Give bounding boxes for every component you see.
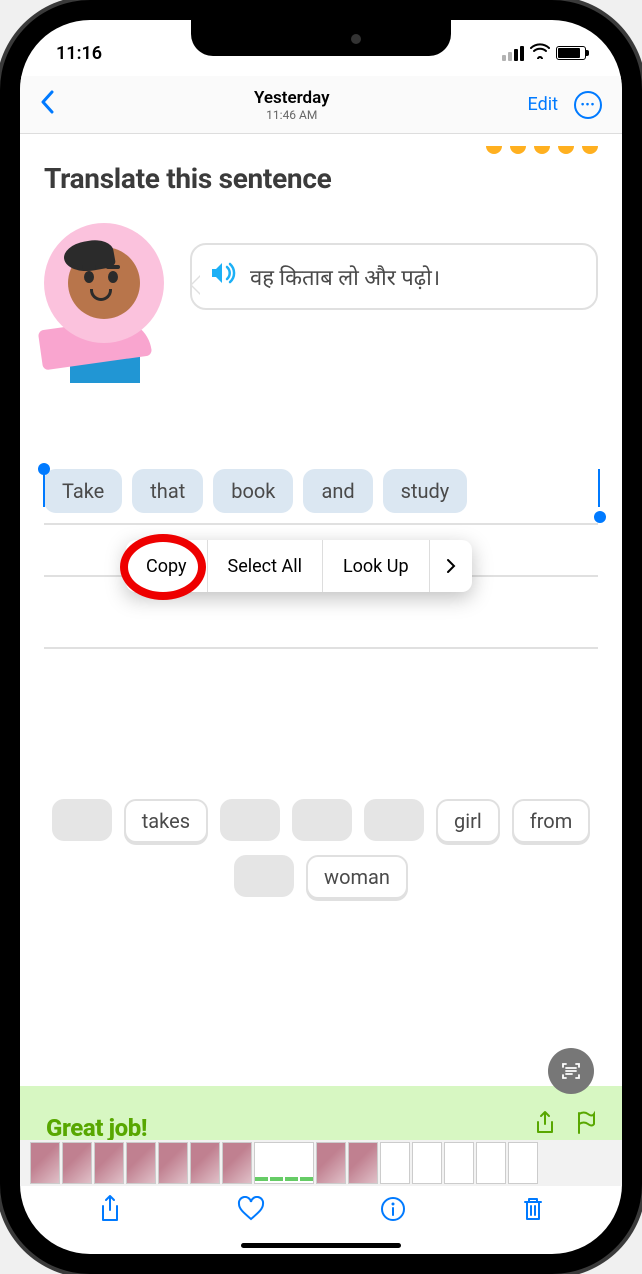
battery-icon [556,46,586,60]
menu-look-up[interactable]: Look Up [323,540,430,592]
live-text-button[interactable] [548,1048,594,1094]
menu-more[interactable] [430,540,472,592]
selection-handle-end[interactable] [594,511,606,523]
thumbnail[interactable] [222,1142,252,1184]
thumbnail[interactable] [126,1142,156,1184]
favorite-button[interactable] [237,1196,265,1229]
feedback-text: Great job! [46,1114,147,1142]
photo-content[interactable]: Translate this sentence वह किताब लो और प… [20,134,622,1254]
answer-chip[interactable]: study [383,469,468,513]
answer-row[interactable]: Take that book and study [44,465,598,517]
thumbnail[interactable] [508,1142,538,1184]
thumbnail[interactable] [476,1142,506,1184]
thumbnail[interactable] [348,1142,378,1184]
answer-chip[interactable]: Take [44,469,122,513]
cellular-icon [502,46,524,61]
answer-chip[interactable]: and [303,469,372,513]
menu-select-all[interactable]: Select All [208,540,323,592]
thumbnail[interactable] [444,1142,474,1184]
screen: 11:16 Yesterday 11:46 AM Edit ••• [20,20,622,1254]
nav-bar: Yesterday 11:46 AM Edit ••• [20,76,622,134]
used-slot [52,799,112,841]
home-indicator[interactable] [241,1243,401,1248]
lesson-prompt: Translate this sentence [44,162,598,195]
phone-frame: 11:16 Yesterday 11:46 AM Edit ••• [0,0,642,1274]
flag-icon[interactable] [574,1110,596,1142]
used-slot [364,799,424,841]
wifi-icon [530,43,550,64]
thumbnail[interactable] [94,1142,124,1184]
speaker-icon[interactable] [210,261,238,292]
hearts-row [44,146,598,156]
thumbnail[interactable] [30,1142,60,1184]
thumbnail[interactable] [380,1142,410,1184]
thumbnail-strip[interactable] [20,1140,622,1186]
share-button[interactable] [98,1194,122,1231]
delete-button[interactable] [521,1195,545,1230]
used-slot [220,799,280,841]
thumbnail[interactable] [158,1142,188,1184]
menu-copy[interactable]: Copy [126,540,208,592]
used-slot [292,799,352,841]
nav-title-sub: 11:46 AM [254,108,330,122]
bank-chip[interactable]: takes [124,799,208,843]
thumbnail[interactable] [190,1142,220,1184]
used-slot [234,855,294,897]
answer-chip[interactable]: that [132,469,203,513]
nav-title: Yesterday 11:46 AM [254,88,330,122]
thumbnail[interactable] [62,1142,92,1184]
nav-title-main: Yesterday [254,88,330,108]
status-time: 11:16 [56,43,102,64]
toolbar [20,1186,622,1238]
info-button[interactable] [380,1196,406,1229]
thumbnail-current[interactable] [254,1142,314,1184]
notch [191,20,451,56]
back-button[interactable] [40,87,56,122]
share-icon[interactable] [534,1110,556,1142]
answer-chip[interactable]: book [213,469,293,513]
thumbnail[interactable] [316,1142,346,1184]
thumbnail[interactable] [412,1142,442,1184]
speech-bubble[interactable]: वह किताब लो और पढ़ो। [190,243,598,310]
bank-chip[interactable]: woman [306,855,408,899]
bank-chip[interactable]: girl [436,799,500,843]
character-avatar [44,223,174,383]
bank-chip[interactable]: from [512,799,590,843]
word-bank: takes girl from woman [44,799,598,899]
more-button[interactable]: ••• [574,91,602,119]
feedback-bar: Great job! [20,1086,622,1146]
status-icons [502,43,586,64]
text-context-menu: Copy Select All Look Up [126,540,472,592]
sentence-text: वह किताब लो और पढ़ो। [250,262,440,292]
edit-button[interactable]: Edit [528,94,558,115]
